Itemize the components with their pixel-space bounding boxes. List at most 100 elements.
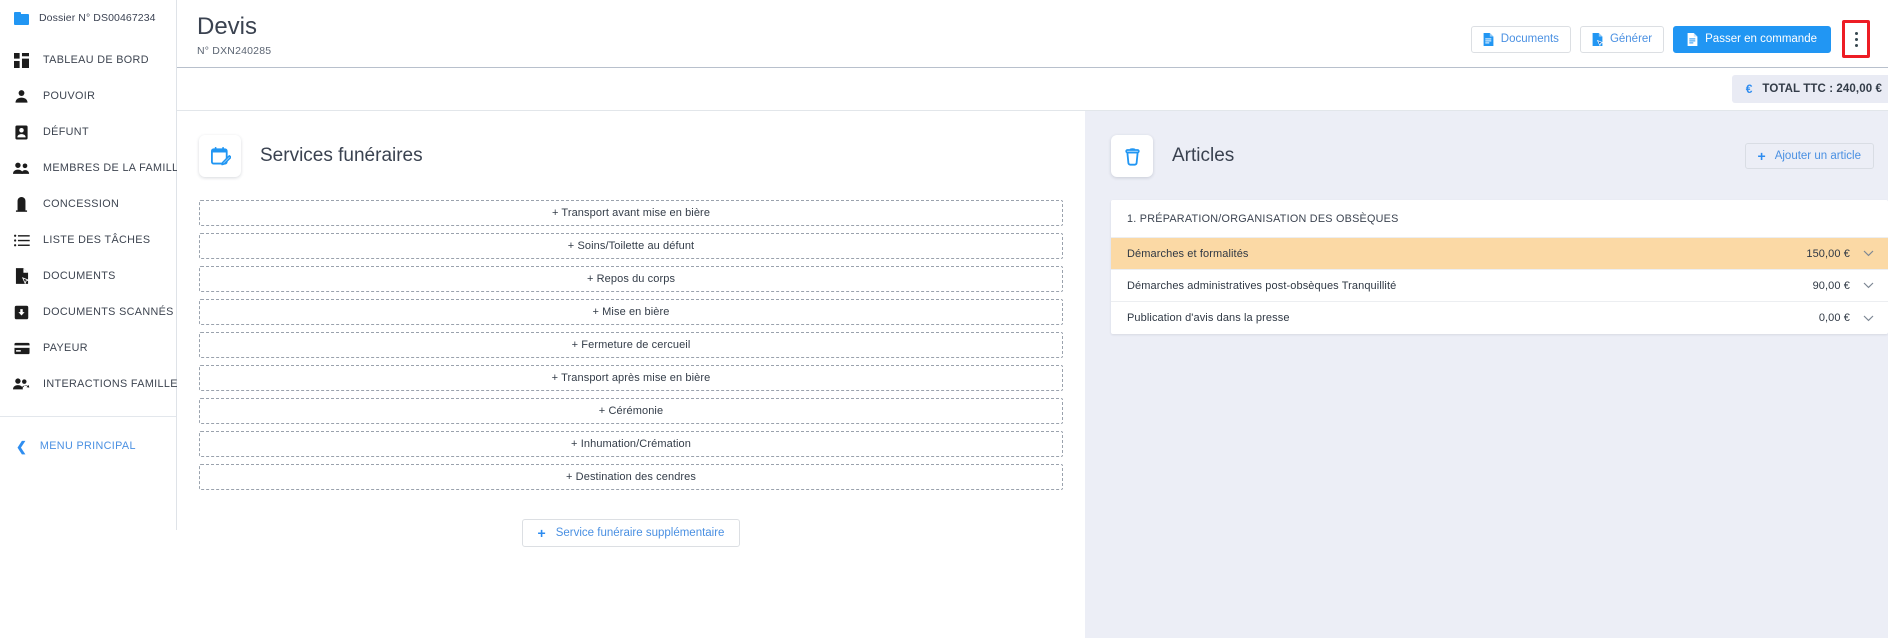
- calendar-edit-icon: [199, 135, 241, 177]
- sidebar-item-concession[interactable]: CONCESSION: [0, 186, 176, 222]
- sidebar-folder-label: Dossier N° DS00467234: [39, 12, 156, 24]
- article-group-title: 1. PRÉPARATION/ORGANISATION DES OBSÈQUES: [1111, 200, 1888, 238]
- total-bar: € TOTAL TTC : 240,00 €: [177, 67, 1888, 110]
- add-article-button[interactable]: + Ajouter un article: [1744, 143, 1874, 169]
- article-price: 0,00 €: [1818, 312, 1850, 324]
- article-price: 90,00 €: [1812, 279, 1850, 292]
- table-row[interactable]: Démarches administratives post-obsèques …: [1111, 270, 1888, 302]
- list-icon: [12, 231, 31, 250]
- services-panel-header: Services funéraires: [199, 135, 1063, 177]
- euro-icon: €: [1745, 82, 1753, 96]
- sidebar-item-label: PAYEUR: [43, 342, 88, 354]
- download-box-icon: [12, 303, 31, 322]
- plus-icon: +: [537, 525, 546, 541]
- total-ttc-chip[interactable]: € TOTAL TTC : 240,00 €: [1731, 75, 1888, 103]
- sidebar: Dossier N° DS00467234 TABLEAU DE BORD PO…: [0, 0, 186, 530]
- service-item[interactable]: + Soins/Toilette au défunt: [199, 233, 1063, 259]
- urn-icon: [1111, 135, 1153, 177]
- sidebar-item-label: POUVOIR: [43, 90, 96, 102]
- id-badge-icon: [12, 123, 31, 142]
- main-area: Devis N° DXN240285 Documents Générer Pas…: [177, 0, 1888, 638]
- chevron-down-icon[interactable]: [1861, 311, 1875, 325]
- people-icon: [12, 159, 31, 178]
- sidebar-item-label: LISTE DES TÂCHES: [43, 234, 151, 246]
- document-cursor-icon: [1592, 32, 1604, 46]
- chevron-down-icon[interactable]: [1861, 247, 1875, 261]
- button-label: Documents: [1500, 33, 1559, 45]
- article-name: Publication d'avis dans la presse: [1127, 312, 1290, 324]
- page-title-block: Devis N° DXN240285: [197, 10, 271, 57]
- article-price: 150,00 €: [1806, 247, 1850, 260]
- sidebar-item-label: DÉFUNT: [43, 126, 89, 138]
- total-ttc-label: TOTAL TTC : 240,00 €: [1762, 83, 1882, 95]
- document-icon: [1483, 32, 1494, 46]
- button-label: Passer en commande: [1705, 33, 1817, 45]
- sidebar-item-documents[interactable]: DOCUMENTS: [0, 258, 176, 294]
- sidebar-folder-item[interactable]: Dossier N° DS00467234: [0, 4, 176, 32]
- table-row[interactable]: Publication d'avis dans la presse 0,00 €: [1111, 302, 1888, 334]
- sidebar-item-interactions-famille[interactable]: INTERACTIONS FAMILLE: [0, 366, 178, 402]
- page-title: Devis: [197, 13, 258, 40]
- document-icon: [1687, 32, 1698, 46]
- sidebar-item-label: INTERACTIONS FAMILLE: [43, 378, 178, 390]
- people-arrow-icon: [12, 375, 31, 394]
- kebab-menu-icon[interactable]: [1849, 29, 1864, 50]
- credit-card-icon: [12, 339, 31, 358]
- service-item[interactable]: + Fermeture de cercueil: [199, 332, 1063, 358]
- sidebar-item-documents-scannes[interactable]: DOCUMENTS SCANNÉS: [0, 294, 176, 330]
- service-item[interactable]: + Destination des cendres: [199, 464, 1063, 490]
- person-icon: [12, 87, 31, 106]
- button-label: Service funéraire supplémentaire: [555, 527, 725, 539]
- sidebar-item-label: DOCUMENTS: [43, 270, 116, 282]
- page-reference: N° DXN240285: [197, 45, 272, 58]
- documents-button[interactable]: Documents: [1470, 25, 1571, 53]
- generer-button[interactable]: Générer: [1579, 25, 1665, 53]
- service-item[interactable]: + Cérémonie: [199, 398, 1063, 424]
- sidebar-divider: [0, 416, 176, 417]
- sidebar-item-pouvoir[interactable]: POUVOIR: [0, 78, 176, 114]
- sidebar-item-defunt[interactable]: DÉFUNT: [0, 114, 176, 150]
- article-name: Démarches administratives post-obsèques …: [1127, 279, 1397, 292]
- articles-panel-header: Articles + Ajouter un article: [1111, 135, 1888, 177]
- more-options-highlight: [1842, 20, 1870, 58]
- plus-icon: +: [1757, 148, 1766, 164]
- services-list: + Transport avant mise en bière + Soins/…: [199, 200, 1063, 490]
- chevron-down-icon[interactable]: [1861, 279, 1875, 293]
- dashboard-icon: [12, 51, 31, 70]
- services-extra-wrap: + Service funéraire supplémentaire: [199, 519, 1063, 547]
- sidebar-item-label: MEMBRES DE LA FAMILLE: [43, 162, 186, 174]
- add-extra-service-button[interactable]: + Service funéraire supplémentaire: [521, 519, 741, 547]
- table-row[interactable]: Démarches et formalités 150,00 €: [1111, 238, 1888, 270]
- folder-icon: [14, 11, 29, 25]
- service-item[interactable]: + Transport après mise en bière: [199, 365, 1063, 391]
- sidebar-item-label: TABLEAU DE BORD: [43, 54, 149, 66]
- page-header: Devis N° DXN240285 Documents Générer Pas…: [177, 0, 1888, 67]
- articles-panel-title: Articles: [1172, 145, 1235, 166]
- document-cursor-icon: [12, 267, 31, 286]
- headstone-icon: [12, 195, 31, 214]
- sidebar-item-payeur[interactable]: PAYEUR: [0, 330, 176, 366]
- application-window: Dossier N° DS00467234 TABLEAU DE BORD PO…: [0, 0, 1888, 638]
- menu-principal-label: MENU PRINCIPAL: [39, 440, 136, 452]
- sidebar-item-membres-de-la-famille[interactable]: MEMBRES DE LA FAMILLE: [0, 150, 186, 186]
- articles-card: 1. PRÉPARATION/ORGANISATION DES OBSÈQUES…: [1111, 200, 1888, 334]
- service-item[interactable]: + Mise en bière: [199, 299, 1063, 325]
- sidebar-item-label: CONCESSION: [43, 198, 120, 210]
- sidebar-item-label: DOCUMENTS SCANNÉS: [43, 306, 174, 318]
- passer-en-commande-button[interactable]: Passer en commande: [1673, 25, 1831, 53]
- service-item[interactable]: + Inhumation/Crémation: [199, 431, 1063, 457]
- button-label: Ajouter un article: [1774, 150, 1861, 162]
- sidebar-item-liste-des-taches[interactable]: LISTE DES TÂCHES: [0, 222, 176, 258]
- content-area: Services funéraires + Transport avant mi…: [177, 110, 1888, 638]
- button-label: Générer: [1609, 33, 1653, 45]
- services-panel: Services funéraires + Transport avant mi…: [177, 110, 1085, 638]
- service-item[interactable]: + Repos du corps: [199, 266, 1063, 292]
- menu-principal-button[interactable]: ❮ MENU PRINCIPAL: [0, 427, 176, 465]
- services-panel-title: Services funéraires: [260, 145, 423, 166]
- chevron-left-icon: ❮: [16, 438, 27, 454]
- service-item[interactable]: + Transport avant mise en bière: [199, 200, 1063, 226]
- sidebar-item-tableau-de-bord[interactable]: TABLEAU DE BORD: [0, 42, 176, 78]
- articles-panel: Articles + Ajouter un article 1. PRÉPARA…: [1085, 110, 1888, 638]
- articles-title-group: Articles: [1111, 135, 1234, 177]
- article-name: Démarches et formalités: [1127, 247, 1249, 260]
